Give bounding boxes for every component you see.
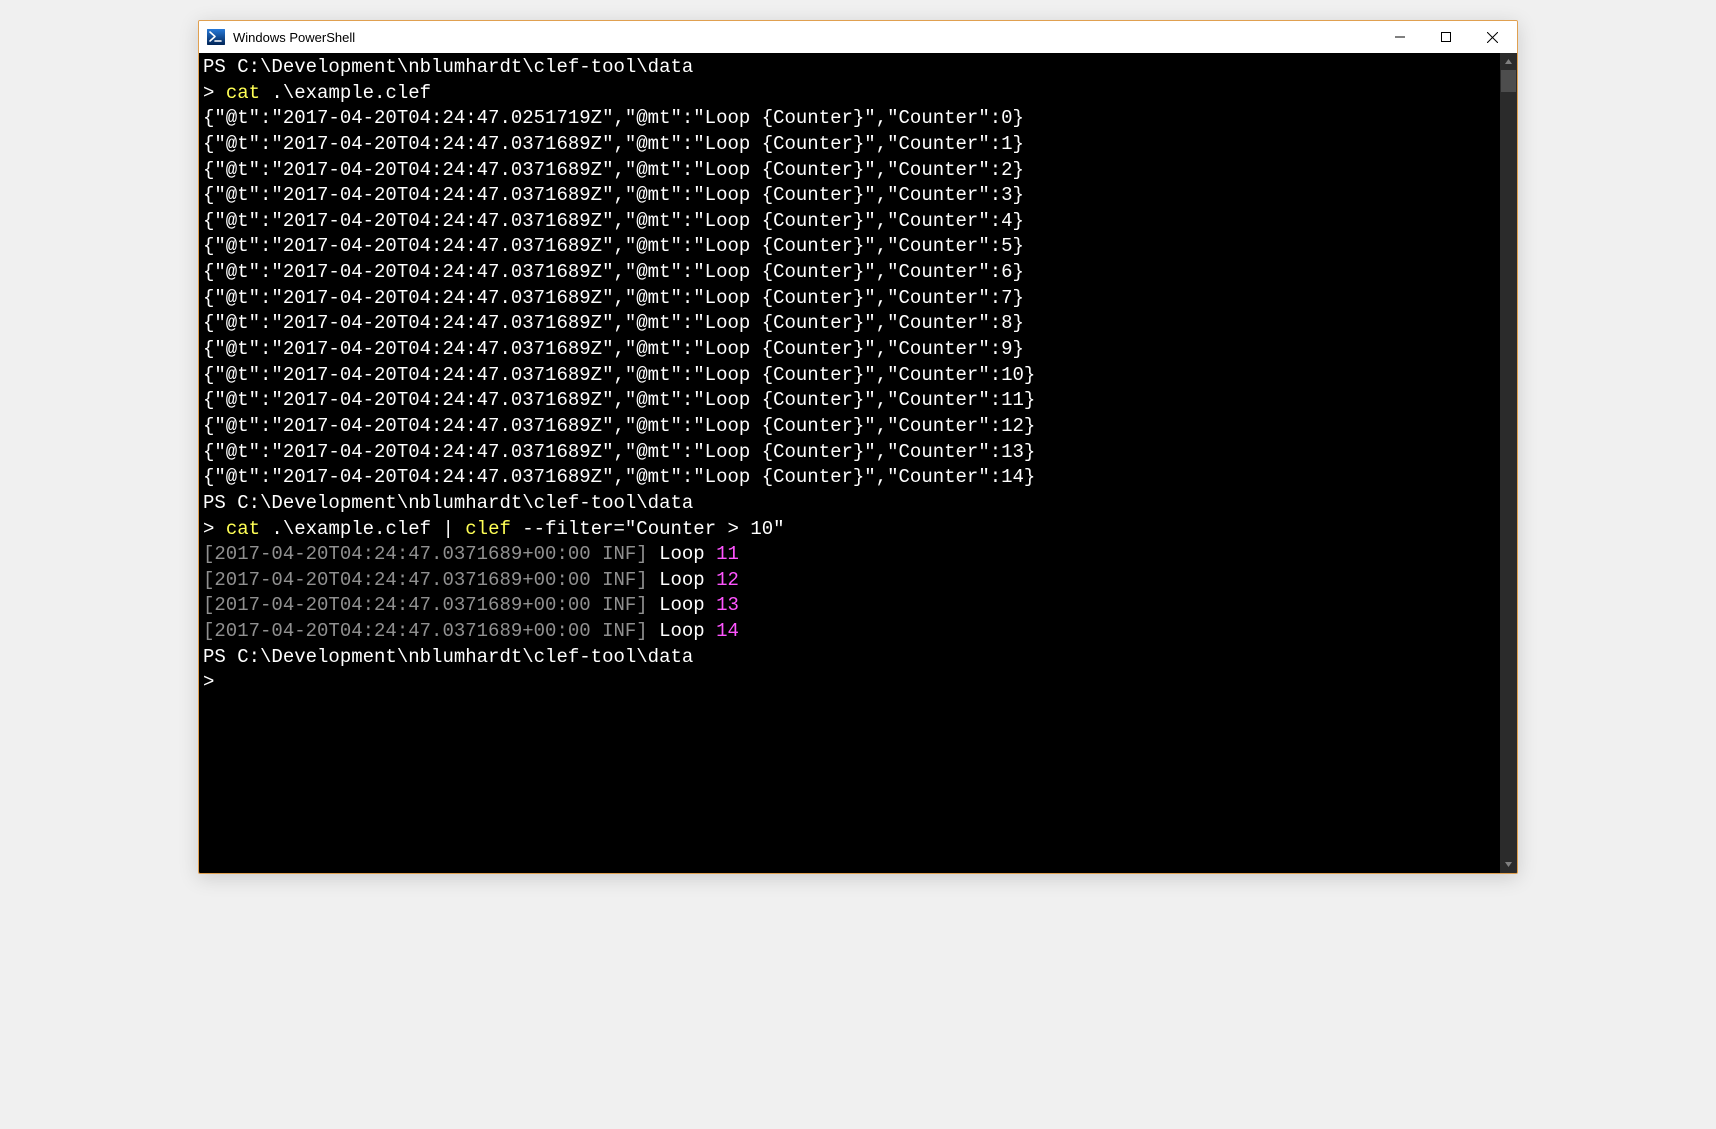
json-text: {"@t":"2017-04-20T04:24:47.0371689Z","@m… <box>203 389 1035 411</box>
json-output-line: {"@t":"2017-04-20T04:24:47.0371689Z","@m… <box>203 260 1496 286</box>
powershell-window: Windows PowerShell PS C:\Development\nbl… <box>198 20 1518 874</box>
terminal[interactable]: PS C:\Development\nblumhardt\clef-tool\d… <box>199 53 1500 873</box>
window-controls <box>1377 21 1515 53</box>
terminal-line: > <box>203 670 1496 696</box>
json-text: {"@t":"2017-04-20T04:24:47.0371689Z","@m… <box>203 235 1024 257</box>
json-text: {"@t":"2017-04-20T04:24:47.0371689Z","@m… <box>203 466 1035 488</box>
log-output-line: [2017-04-20T04:24:47.0371689+00:00 INF] … <box>203 542 1496 568</box>
json-output-line: {"@t":"2017-04-20T04:24:47.0371689Z","@m… <box>203 311 1496 337</box>
scrollbar-thumb[interactable] <box>1501 70 1516 92</box>
json-output-line: {"@t":"2017-04-20T04:24:47.0371689Z","@m… <box>203 286 1496 312</box>
json-output-line: {"@t":"2017-04-20T04:24:47.0371689Z","@m… <box>203 363 1496 389</box>
json-output-line: {"@t":"2017-04-20T04:24:47.0371689Z","@m… <box>203 158 1496 184</box>
terminal-line: PS C:\Development\nblumhardt\clef-tool\d… <box>203 55 1496 81</box>
maximize-button[interactable] <box>1423 21 1469 53</box>
log-label: Loop <box>648 594 716 616</box>
log-value: 14 <box>716 620 739 642</box>
json-text: {"@t":"2017-04-20T04:24:47.0371689Z","@m… <box>203 133 1024 155</box>
json-output-line: {"@t":"2017-04-20T04:24:47.0371689Z","@m… <box>203 337 1496 363</box>
terminal-line: PS C:\Development\nblumhardt\clef-tool\d… <box>203 645 1496 671</box>
json-output-line: {"@t":"2017-04-20T04:24:47.0371689Z","@m… <box>203 183 1496 209</box>
command-args: --filter="Counter > 10" <box>511 518 785 540</box>
scrollbar[interactable] <box>1500 53 1517 873</box>
json-output-line: {"@t":"2017-04-20T04:24:47.0371689Z","@m… <box>203 414 1496 440</box>
prompt-symbol: > <box>203 82 226 104</box>
bracket-close: ] <box>636 543 647 565</box>
json-text: {"@t":"2017-04-20T04:24:47.0371689Z","@m… <box>203 287 1024 309</box>
terminal-line: > cat .\example.clef | clef --filter="Co… <box>203 517 1496 543</box>
prompt-path: PS C:\Development\nblumhardt\clef-tool\d… <box>203 492 693 514</box>
command-arg: .\example.clef <box>260 82 431 104</box>
log-timestamp: 2017-04-20T04:24:47.0371689+00:00 INF <box>214 620 636 642</box>
scroll-up-arrow-icon[interactable] <box>1500 53 1517 70</box>
scroll-down-arrow-icon[interactable] <box>1500 856 1517 873</box>
titlebar[interactable]: Windows PowerShell <box>199 21 1517 53</box>
log-label: Loop <box>648 543 716 565</box>
json-text: {"@t":"2017-04-20T04:24:47.0371689Z","@m… <box>203 312 1024 334</box>
bracket-close: ] <box>636 594 647 616</box>
log-label: Loop <box>648 569 716 591</box>
json-output-line: {"@t":"2017-04-20T04:24:47.0371689Z","@m… <box>203 209 1496 235</box>
command-clef: clef <box>465 518 511 540</box>
command-pipe: .\example.clef | <box>260 518 465 540</box>
bracket-open: [ <box>203 569 214 591</box>
prompt-symbol: > <box>203 671 214 693</box>
window-title: Windows PowerShell <box>233 30 1377 45</box>
json-text: {"@t":"2017-04-20T04:24:47.0371689Z","@m… <box>203 415 1035 437</box>
terminal-area: PS C:\Development\nblumhardt\clef-tool\d… <box>199 53 1517 873</box>
log-timestamp: 2017-04-20T04:24:47.0371689+00:00 INF <box>214 594 636 616</box>
terminal-line: > cat .\example.clef <box>203 81 1496 107</box>
json-output-line: {"@t":"2017-04-20T04:24:47.0251719Z","@m… <box>203 106 1496 132</box>
command-cat: cat <box>226 518 260 540</box>
json-output-line: {"@t":"2017-04-20T04:24:47.0371689Z","@m… <box>203 132 1496 158</box>
json-output-line: {"@t":"2017-04-20T04:24:47.0371689Z","@m… <box>203 234 1496 260</box>
json-text: {"@t":"2017-04-20T04:24:47.0371689Z","@m… <box>203 184 1024 206</box>
json-output-line: {"@t":"2017-04-20T04:24:47.0371689Z","@m… <box>203 465 1496 491</box>
terminal-line: PS C:\Development\nblumhardt\clef-tool\d… <box>203 491 1496 517</box>
prompt-path: PS C:\Development\nblumhardt\clef-tool\d… <box>203 56 693 78</box>
powershell-icon <box>207 28 225 46</box>
minimize-button[interactable] <box>1377 21 1423 53</box>
bracket-close: ] <box>636 569 647 591</box>
json-output-line: {"@t":"2017-04-20T04:24:47.0371689Z","@m… <box>203 440 1496 466</box>
log-timestamp: 2017-04-20T04:24:47.0371689+00:00 INF <box>214 569 636 591</box>
log-output-line: [2017-04-20T04:24:47.0371689+00:00 INF] … <box>203 568 1496 594</box>
json-text: {"@t":"2017-04-20T04:24:47.0251719Z","@m… <box>203 107 1024 129</box>
json-text: {"@t":"2017-04-20T04:24:47.0371689Z","@m… <box>203 338 1024 360</box>
prompt-path: PS C:\Development\nblumhardt\clef-tool\d… <box>203 646 693 668</box>
close-button[interactable] <box>1469 21 1515 53</box>
bracket-open: [ <box>203 543 214 565</box>
log-label: Loop <box>648 620 716 642</box>
log-output-line: [2017-04-20T04:24:47.0371689+00:00 INF] … <box>203 593 1496 619</box>
json-output-line: {"@t":"2017-04-20T04:24:47.0371689Z","@m… <box>203 388 1496 414</box>
bracket-close: ] <box>636 620 647 642</box>
log-value: 13 <box>716 594 739 616</box>
json-text: {"@t":"2017-04-20T04:24:47.0371689Z","@m… <box>203 159 1024 181</box>
json-text: {"@t":"2017-04-20T04:24:47.0371689Z","@m… <box>203 210 1024 232</box>
log-value: 11 <box>716 543 739 565</box>
json-text: {"@t":"2017-04-20T04:24:47.0371689Z","@m… <box>203 364 1035 386</box>
json-text: {"@t":"2017-04-20T04:24:47.0371689Z","@m… <box>203 441 1035 463</box>
log-timestamp: 2017-04-20T04:24:47.0371689+00:00 INF <box>214 543 636 565</box>
prompt-symbol: > <box>203 518 226 540</box>
log-value: 12 <box>716 569 739 591</box>
json-text: {"@t":"2017-04-20T04:24:47.0371689Z","@m… <box>203 261 1024 283</box>
command-cat: cat <box>226 82 260 104</box>
log-output-line: [2017-04-20T04:24:47.0371689+00:00 INF] … <box>203 619 1496 645</box>
bracket-open: [ <box>203 594 214 616</box>
scrollbar-track[interactable] <box>1501 70 1516 856</box>
bracket-open: [ <box>203 620 214 642</box>
